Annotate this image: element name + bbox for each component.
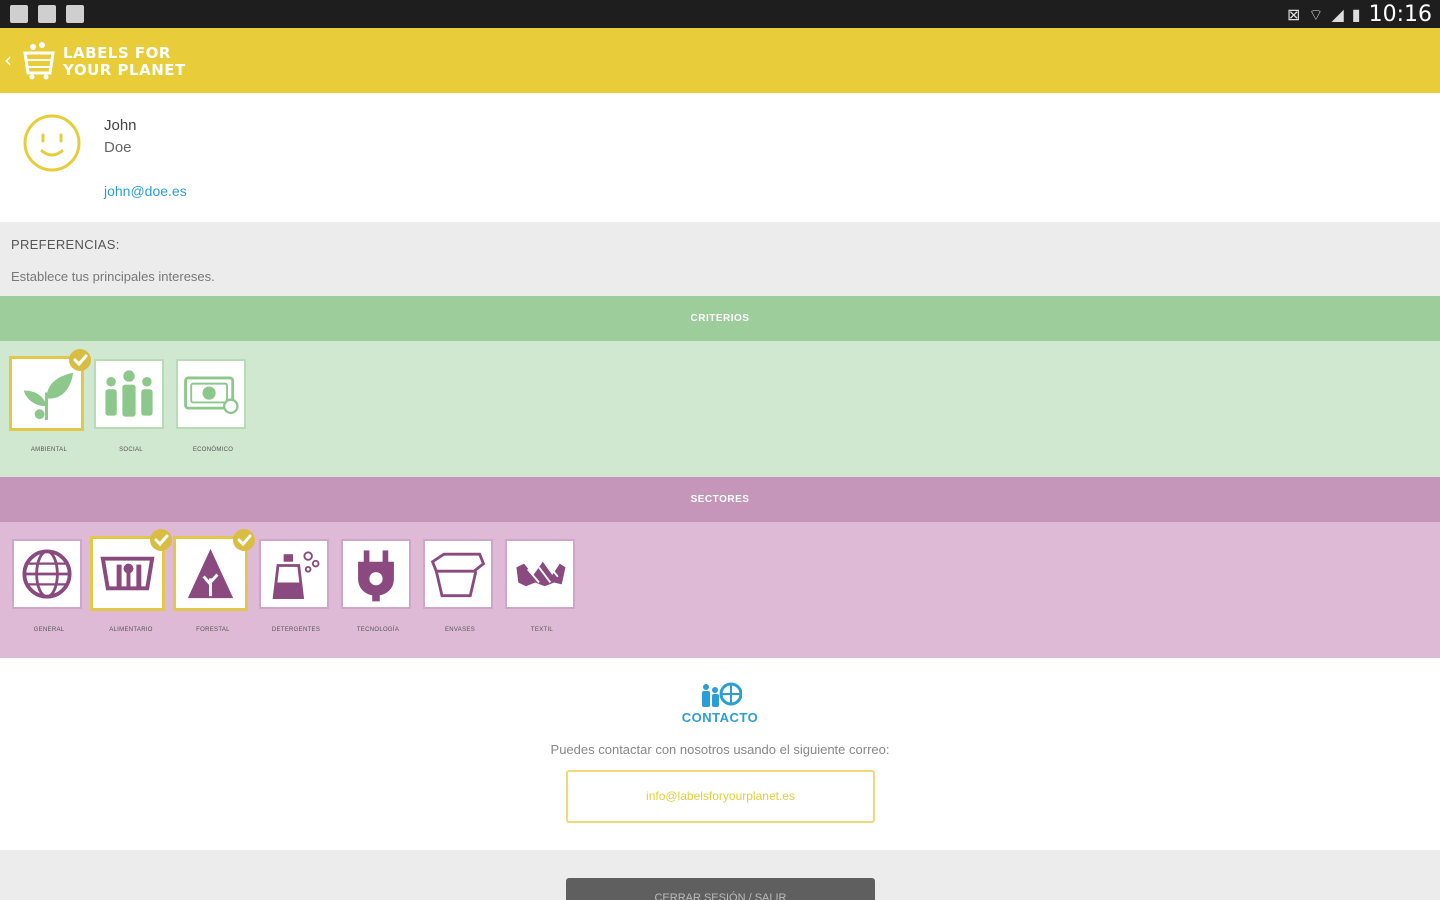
- sector-tile-forestal[interactable]: [173, 529, 255, 611]
- signal-icon: ◢: [1331, 5, 1344, 24]
- people-icon: [105, 370, 153, 417]
- globe-icon: [22, 549, 72, 599]
- selected-check-icon: [150, 529, 172, 551]
- logout-button[interactable]: CERRAR SESIÓN / SALIR: [566, 878, 875, 900]
- status-left-icons: [10, 5, 84, 23]
- brand-name: LABELS FOR YOUR PLANET: [63, 45, 186, 79]
- sector-label-alimentario: ALIMENTARIO: [109, 627, 153, 633]
- container-icon: [430, 552, 486, 598]
- sector-tile-tecnologia[interactable]: [341, 539, 411, 609]
- selected-check-icon: [69, 349, 91, 371]
- sector-tile-general[interactable]: [12, 539, 82, 609]
- user-last-name: Doe: [104, 139, 132, 156]
- wifi-icon: ⌔: [1308, 4, 1324, 24]
- preferences-section: PREFERENCIAS: Establece tus principales …: [0, 222, 1440, 296]
- user-email-link[interactable]: john@doe.es: [104, 183, 187, 199]
- criterio-tile-social[interactable]: [94, 359, 164, 429]
- criterios-body: AMBIENTAL SOCIAL ECONÓMICO: [0, 341, 1440, 477]
- criterios-title: CRITERIOS: [690, 313, 750, 324]
- brand-line-1: LABELS FOR: [63, 44, 171, 62]
- status-right-icons: ⊠ ⌔ ◢ ▮ 10:16: [1287, 2, 1432, 27]
- basket-logo-icon[interactable]: [22, 40, 56, 80]
- contact-people-globe-icon: [702, 682, 742, 707]
- image-icon: [38, 5, 56, 23]
- sector-label-forestal: FORESTAL: [196, 627, 230, 633]
- smiley-avatar-icon[interactable]: [22, 113, 82, 173]
- contact-description: Puedes contactar con nosotros usando el …: [550, 742, 890, 757]
- criterio-label-social: SOCIAL: [119, 447, 143, 453]
- textile-icon: [516, 561, 566, 587]
- contact-section: CONTACTO Puedes contactar con nosotros u…: [0, 658, 1440, 850]
- sector-label-envases: ENVASES: [445, 627, 475, 633]
- contact-title: CONTACTO: [681, 710, 759, 725]
- brand-line-2: YOUR PLANET: [63, 61, 186, 79]
- criterios-header: CRITERIOS: [0, 296, 1440, 349]
- sectores-title: SECTORES: [690, 494, 750, 505]
- sector-tile-textil[interactable]: [505, 539, 575, 609]
- status-bar: ⊠ ⌔ ◢ ▮ 10:16: [0, 0, 1440, 28]
- app-bar: ‹ LABELS FOR YOUR PLANET: [0, 28, 1440, 93]
- preferences-title: PREFERENCIAS:: [11, 237, 120, 252]
- contact-email-button[interactable]: info@labelsforyourplanet.es: [566, 770, 875, 823]
- clock: 10:16: [1368, 2, 1432, 27]
- mute-icon: ⊠: [1287, 5, 1301, 24]
- money-icon: [184, 376, 239, 415]
- detergent-icon: [272, 551, 320, 599]
- sector-label-tecnologia: TECNOLOGÍA: [356, 627, 400, 633]
- selected-check-icon: [233, 529, 255, 551]
- sector-tile-envases[interactable]: [423, 539, 493, 609]
- preferences-subtitle: Establece tus principales intereses.: [11, 269, 215, 284]
- sector-label-detergentes: DETERGENTES: [271, 627, 321, 633]
- criterio-label-economico: ECONÓMICO: [192, 447, 234, 453]
- sector-tile-alimentario[interactable]: [90, 529, 172, 611]
- criterio-tile-economico[interactable]: [176, 359, 246, 429]
- criterio-tile-ambiental[interactable]: [9, 349, 91, 431]
- battery-icon: ▮: [1351, 5, 1361, 24]
- notification-icon: [10, 5, 28, 23]
- sector-tile-detergentes[interactable]: [259, 539, 329, 609]
- sector-label-textil: TEXTIL: [530, 627, 554, 633]
- sector-label-general: GENERAL: [33, 627, 65, 633]
- sectores-header: SECTORES: [0, 477, 1440, 530]
- bottom-area: CERRAR SESIÓN / SALIR: [0, 850, 1440, 900]
- profile-card: John Doe john@doe.es: [0, 93, 1440, 222]
- user-first-name: John: [104, 117, 137, 134]
- sectores-body: GENERAL ALIMENTARIO FORESTAL DETERGENTES…: [0, 522, 1440, 658]
- plug-icon: [358, 550, 394, 602]
- back-chevron-icon[interactable]: ‹: [4, 48, 12, 72]
- bag-icon: [66, 5, 84, 23]
- criterio-label-ambiental: AMBIENTAL: [30, 447, 68, 453]
